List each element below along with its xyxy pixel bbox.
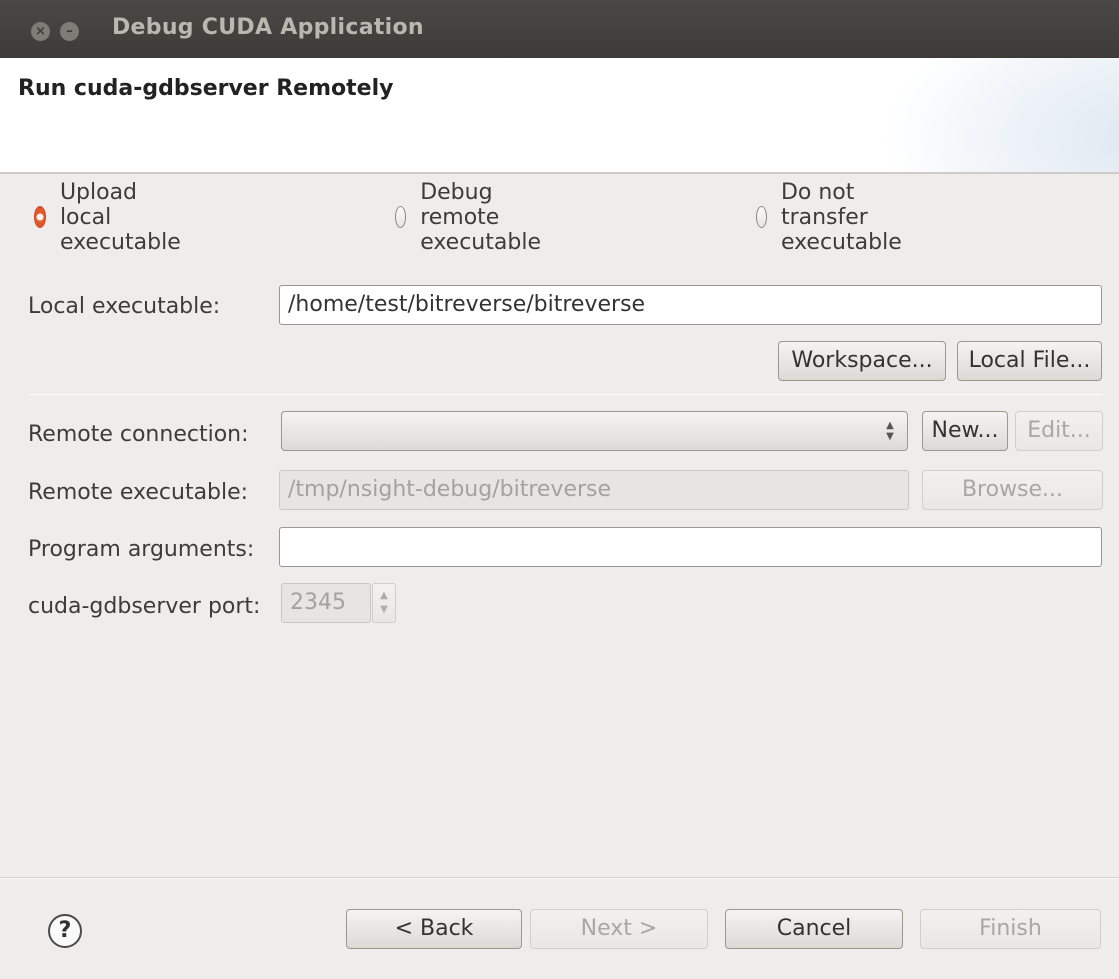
finish-button[interactable]: Finish: [920, 909, 1101, 949]
program-arguments-label: Program arguments:: [28, 537, 255, 562]
window-title: Debug CUDA Application: [112, 15, 424, 40]
radio-upload-local-label: Upload local executable: [59, 179, 181, 255]
radio-no-transfer-label: Do not transfer executable: [780, 179, 902, 255]
remote-executable-field[interactable]: /tmp/nsight-debug/bitreverse: [279, 470, 909, 510]
radio-debug-remote[interactable]: Debug remote executable: [395, 180, 552, 255]
wizard-header: Run cuda-gdbserver Remotely: [0, 58, 1119, 172]
new-connection-button[interactable]: New...: [922, 411, 1008, 451]
header-divider: [0, 172, 1119, 174]
radio-upload-local[interactable]: Upload local executable: [34, 180, 191, 255]
edit-connection-button[interactable]: Edit...: [1015, 411, 1103, 451]
next-button[interactable]: Next >: [530, 909, 708, 949]
radio-unselected-icon[interactable]: [756, 206, 767, 228]
section-divider: [28, 394, 1103, 395]
title-bar: × – Debug CUDA Application: [0, 0, 1119, 58]
browse-button[interactable]: Browse...: [922, 470, 1103, 510]
help-icon[interactable]: ?: [48, 914, 82, 948]
radio-no-transfer[interactable]: Do not transfer executable: [756, 180, 913, 255]
remote-connection-label: Remote connection:: [28, 422, 249, 447]
workspace-button[interactable]: Workspace...: [778, 341, 946, 381]
page-title: Run cuda-gdbserver Remotely: [18, 76, 394, 101]
radio-debug-remote-label: Debug remote executable: [420, 179, 541, 255]
select-updown-icon: ▲ ▼: [886, 420, 894, 442]
close-window-icon[interactable]: ×: [31, 22, 50, 41]
remote-executable-label: Remote executable:: [28, 480, 249, 505]
radio-unselected-icon[interactable]: [395, 206, 407, 228]
back-button[interactable]: < Back: [346, 909, 522, 949]
cancel-button[interactable]: Cancel: [725, 909, 903, 949]
remote-connection-select[interactable]: ▲ ▼: [281, 411, 908, 451]
local-executable-field[interactable]: /home/test/bitreverse/bitreverse: [279, 285, 1102, 325]
minimize-window-icon[interactable]: –: [60, 22, 79, 41]
port-field[interactable]: 2345: [281, 583, 371, 623]
footer-divider: [0, 877, 1119, 879]
local-executable-label: Local executable:: [28, 294, 221, 319]
port-label: cuda-gdbserver port:: [28, 594, 261, 619]
program-arguments-field[interactable]: [279, 527, 1102, 567]
header-decoration: [859, 58, 1119, 172]
port-stepper-icon[interactable]: ▲ ▼: [372, 583, 396, 623]
local-file-button[interactable]: Local File...: [957, 341, 1102, 381]
radio-selected-icon[interactable]: [34, 206, 46, 228]
